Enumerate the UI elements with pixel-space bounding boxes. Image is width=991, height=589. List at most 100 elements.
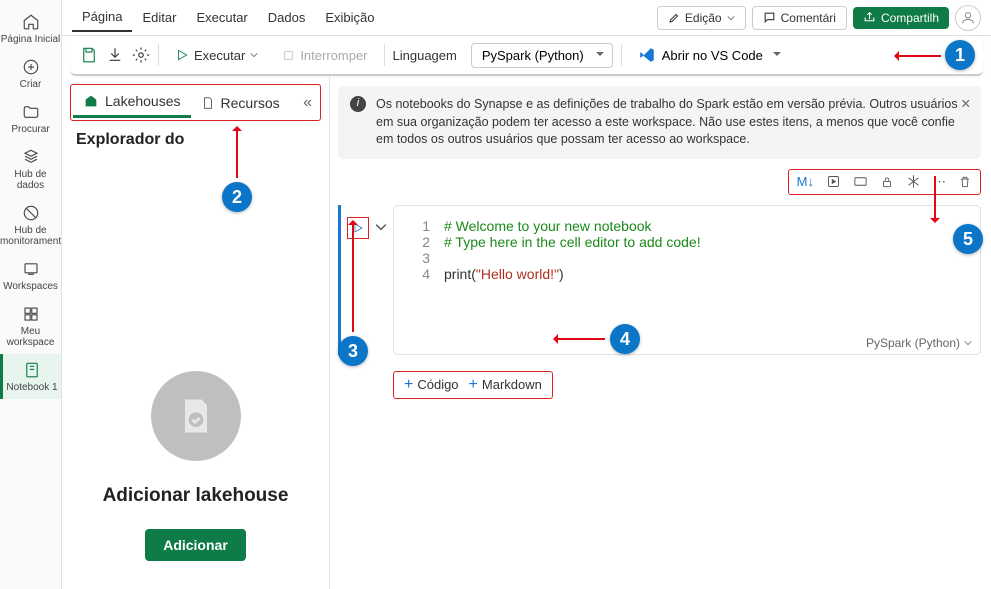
close-banner-button[interactable]: ✕ [961, 96, 971, 114]
nav-notebook-label: Notebook 1 [6, 382, 57, 393]
arrow-4 [555, 338, 605, 340]
cell-active-bar [338, 205, 341, 355]
toolbar: Executar Interromper Linguagem PySpark (… [70, 36, 983, 76]
code-cell: 1# Welcome to your new notebook 2# Type … [338, 205, 981, 355]
tab-resources[interactable]: Recursos [191, 89, 290, 117]
menu-view[interactable]: Exibição [315, 4, 384, 31]
nav-monitoring-label: Hub de monitorament [0, 225, 61, 247]
nav-create-label: Criar [20, 79, 42, 90]
add-lakehouse-title: Adicionar lakehouse [103, 485, 289, 507]
run-all-label: Executar [194, 48, 245, 63]
menu-edit[interactable]: Editar [132, 4, 186, 31]
output-icon[interactable] [853, 174, 868, 189]
cell-collapse-button[interactable] [375, 221, 387, 233]
callout-2: 2 [222, 182, 252, 212]
cell-toolbar: M↓ ⋯ [788, 169, 981, 195]
collapse-explorer-button[interactable]: « [297, 90, 318, 116]
comments-label: Comentári [781, 11, 836, 25]
code-line-4a: print( [444, 266, 476, 282]
arrow-2 [236, 128, 238, 178]
menu-page[interactable]: Página [72, 3, 132, 32]
nav-home[interactable]: Página Inicial [0, 6, 61, 51]
callout-1: 1 [945, 40, 975, 70]
arrow-1 [896, 55, 941, 57]
banner-text: Os notebooks do Synapse e as definições … [376, 96, 969, 149]
tab-resources-label: Recursos [221, 95, 280, 111]
edit-mode-button[interactable]: Edição [657, 6, 746, 30]
language-select[interactable]: PySpark (Python) [471, 43, 613, 68]
code-line-4c: ) [559, 266, 564, 282]
nav-browse[interactable]: Procurar [0, 96, 61, 141]
onelake-icon [21, 147, 41, 167]
callout-3: 3 [338, 336, 368, 366]
tab-lakehouses-label: Lakehouses [105, 93, 181, 109]
open-vscode-button[interactable]: Abrir no VS Code [630, 42, 787, 68]
chevron-down-icon [727, 14, 735, 22]
add-markdown-cell-button[interactable]: +Markdown [469, 376, 542, 394]
nav-datahub[interactable]: Hub de dados [0, 141, 61, 197]
add-cell-buttons: +Código +Markdown [393, 371, 553, 399]
language-value: PySpark (Python) [482, 48, 584, 63]
download-icon[interactable] [106, 46, 124, 64]
share-button[interactable]: Compartilh [853, 7, 949, 29]
explorer-panel: Lakehouses Recursos « Explorador do 2 Ad… [62, 76, 330, 589]
nav-monitoring[interactable]: Hub de monitorament [0, 197, 61, 253]
user-avatar[interactable] [955, 5, 981, 31]
code-line-2: # Type here in the cell editor to add co… [444, 234, 701, 250]
convert-markdown-button[interactable]: M↓ [797, 174, 814, 189]
nav-myws[interactable]: Meu workspace [0, 298, 61, 354]
add-markdown-label: Markdown [482, 377, 542, 392]
explorer-tabs: Lakehouses Recursos « [70, 84, 321, 121]
add-code-label: Código [417, 377, 458, 392]
info-icon: i [350, 96, 366, 112]
vscode-label: Abrir no VS Code [662, 48, 763, 63]
cell-language-tag[interactable]: PySpark (Python) [866, 336, 972, 350]
play-icon [175, 48, 189, 62]
top-menu: Página Editar Executar Dados Exibição Ed… [62, 0, 991, 36]
notebook-icon [22, 360, 42, 380]
nav-notebook[interactable]: Notebook 1 [0, 354, 61, 399]
code-editor[interactable]: 1# Welcome to your new notebook 2# Type … [393, 205, 981, 355]
interrupt-button: Interromper [274, 44, 375, 67]
home-icon [21, 12, 41, 32]
tab-lakehouses[interactable]: Lakehouses [73, 87, 191, 118]
settings-icon[interactable] [132, 46, 150, 64]
nav-create[interactable]: Criar [0, 51, 61, 96]
menu-run[interactable]: Executar [186, 4, 257, 31]
callout-4: 4 [610, 324, 640, 354]
nav-browse-label: Procurar [11, 124, 49, 135]
language-label: Linguagem [393, 48, 457, 63]
delete-icon[interactable] [958, 175, 972, 189]
code-line-4b: "Hello world!" [476, 266, 559, 282]
arrow-3 [352, 222, 354, 332]
callout-5: 5 [953, 224, 983, 254]
code-line-1: # Welcome to your new notebook [444, 218, 652, 234]
run-all-button[interactable]: Executar [167, 44, 266, 67]
nav-home-label: Página Inicial [1, 34, 60, 45]
nav-workspaces[interactable]: Workspaces [0, 253, 61, 298]
menu-data[interactable]: Dados [258, 4, 316, 31]
edit-mode-label: Edição [685, 11, 722, 25]
info-banner: i Os notebooks do Synapse e as definiçõe… [338, 86, 981, 159]
nav-rail: Página Inicial Criar Procurar Hub de dad… [0, 0, 62, 589]
person-icon [960, 10, 976, 26]
main-area: Página Editar Executar Dados Exibição Ed… [62, 0, 991, 589]
save-icon[interactable] [80, 46, 98, 64]
add-lakehouse-button[interactable]: Adicionar [145, 529, 246, 561]
arrow-5 [934, 176, 936, 221]
lakehouse-icon [83, 93, 99, 109]
stop-icon [282, 49, 295, 62]
file-icon [201, 96, 215, 110]
folder-icon [21, 102, 41, 122]
vscode-icon [638, 46, 656, 64]
chevron-down-icon [250, 51, 258, 59]
comment-icon [763, 11, 776, 24]
freeze-icon[interactable] [906, 174, 921, 189]
nav-workspaces-label: Workspaces [3, 281, 58, 292]
comments-button[interactable]: Comentári [752, 6, 847, 30]
myws-icon [21, 304, 41, 324]
notebook-area: i Os notebooks do Synapse e as definiçõe… [330, 76, 991, 589]
add-code-cell-button[interactable]: +Código [404, 376, 459, 394]
lock-icon[interactable] [880, 175, 894, 189]
run-cell-icon[interactable] [826, 174, 841, 189]
